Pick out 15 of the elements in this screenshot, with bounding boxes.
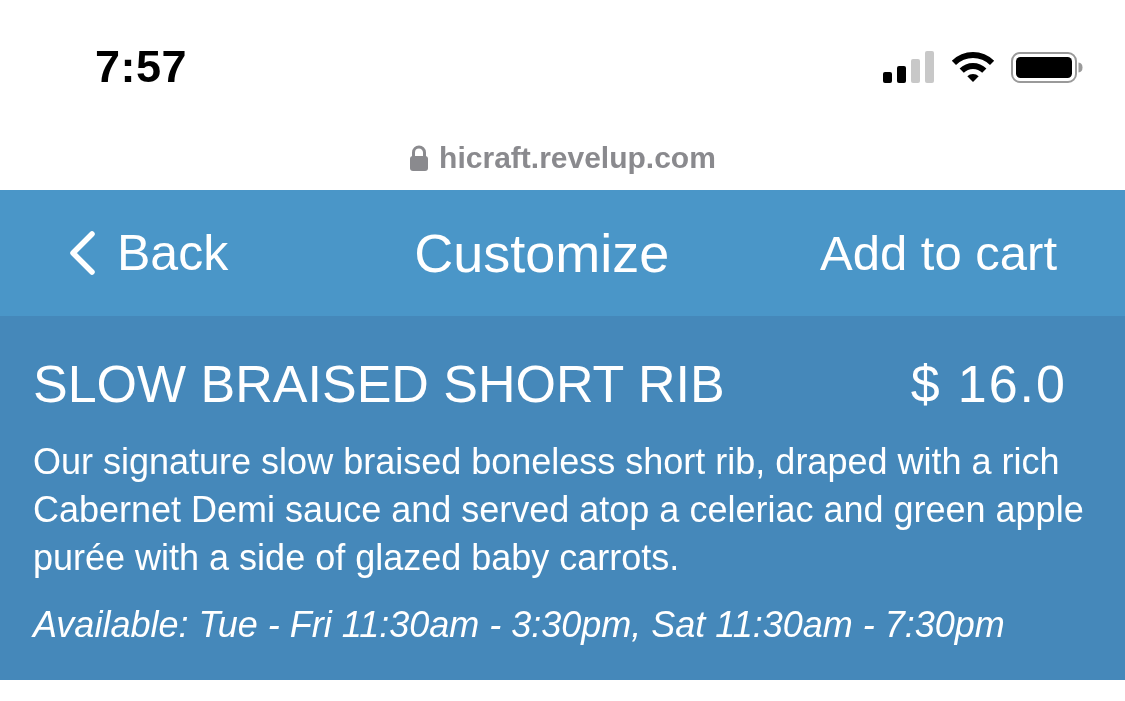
chevron-left-icon [68,231,96,275]
signal-icon [883,51,935,83]
add-to-cart-button[interactable]: Add to cart [820,225,1057,281]
lock-icon [409,145,430,171]
item-description: Our signature slow braised boneless short rib, draped with a rich Cabernet Demi sauce and served atop a celeriac and green apple purée with a side of glazed baby carrots. [33,440,1085,580]
back-button[interactable]: Back [68,224,229,282]
availability-text: Available: Tue - Fri 11:30am - 3:30pm, Sat 11:30am - 7:30pm [33,603,1006,647]
page-title: Customize [414,222,670,284]
currency-symbol: $ [910,354,940,415]
item-price: 16.0 [957,354,1067,415]
status-time: 7:57 [95,41,188,93]
wifi-icon [951,51,995,83]
url-text[interactable]: hicraft.revelup.com [439,141,716,175]
battery-icon [1011,51,1083,83]
item-name: SLOW BRAISED SHORT RIB [33,354,725,415]
